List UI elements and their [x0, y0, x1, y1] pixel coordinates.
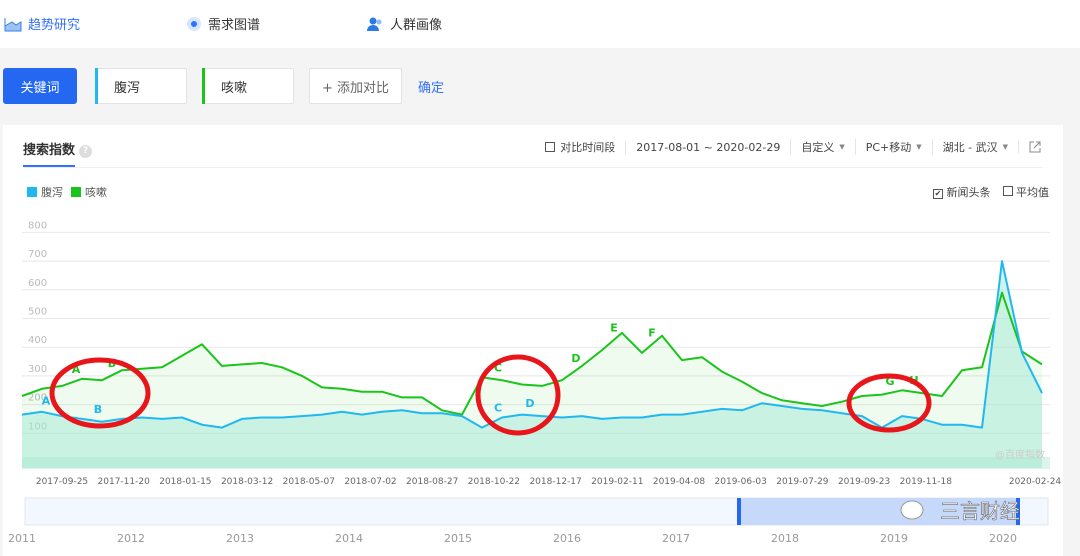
x-tick-label: 2018-08-27 — [406, 477, 458, 487]
navigator-year-label: 2012 — [117, 532, 145, 545]
annotation-label: C — [494, 402, 502, 415]
x-tick-label: 2018-01-15 — [159, 477, 211, 487]
x-tick-label: 2019-04-08 — [653, 477, 706, 487]
navigator-handle-left[interactable] — [737, 498, 741, 525]
annotation-label: D — [525, 397, 534, 410]
x-tick-label: 2019-06-03 — [715, 477, 767, 487]
navigator-year-label: 2016 — [553, 532, 581, 545]
watermark: @百度指数 — [995, 448, 1045, 461]
annotation-label: D — [571, 352, 580, 365]
annotation-label: B — [94, 403, 102, 416]
y-tick-label: 500 — [28, 307, 47, 318]
x-tick-label: 2019-07-29 — [776, 477, 829, 487]
x-tick-label: 2019-11-18 — [900, 477, 953, 487]
annotation-label: A — [42, 395, 51, 408]
navigator-year-label: 2013 — [226, 532, 254, 545]
navigator-year-label: 2015 — [444, 532, 472, 545]
x-tick-label: 2019-02-11 — [591, 477, 643, 487]
navigator-year-label: 2020 — [989, 532, 1017, 545]
navigator-year-label: 2014 — [335, 532, 363, 545]
navigator-year-label: 2019 — [880, 532, 908, 545]
y-tick-label: 800 — [28, 220, 47, 231]
wechat-logo-icon — [900, 500, 924, 520]
y-tick-label: 600 — [28, 278, 47, 289]
search-index-chart[interactable]: 100200300400500600700800ABABCCDDEFGH@百度指… — [0, 0, 1080, 556]
navigator-year-label: 2018 — [771, 532, 799, 545]
annotation-label: E — [610, 322, 618, 335]
navigator-year-label: 2017 — [662, 532, 690, 545]
x-tick-label: 2018-10-22 — [468, 477, 520, 487]
x-tick-label: 2018-03-12 — [221, 477, 273, 487]
logo-watermark-text: 三言财经 — [940, 499, 1020, 523]
y-tick-label: 300 — [28, 364, 47, 375]
x-tick-label: 2017-09-25 — [36, 477, 88, 487]
x-tick-label: 2018-12-17 — [529, 477, 581, 487]
x-tick-label: 2017-11-20 — [98, 477, 151, 487]
x-tick-label: 2018-05-07 — [283, 477, 335, 487]
navigator-year-label: 2011 — [8, 532, 36, 545]
x-tick-label: 2020-02-24 — [1009, 477, 1062, 487]
x-tick-label: 2019-09-23 — [838, 477, 890, 487]
y-tick-label: 700 — [28, 249, 47, 260]
annotation-label: F — [648, 326, 656, 339]
x-tick-label: 2018-07-02 — [344, 477, 396, 487]
y-tick-label: 400 — [28, 335, 47, 346]
